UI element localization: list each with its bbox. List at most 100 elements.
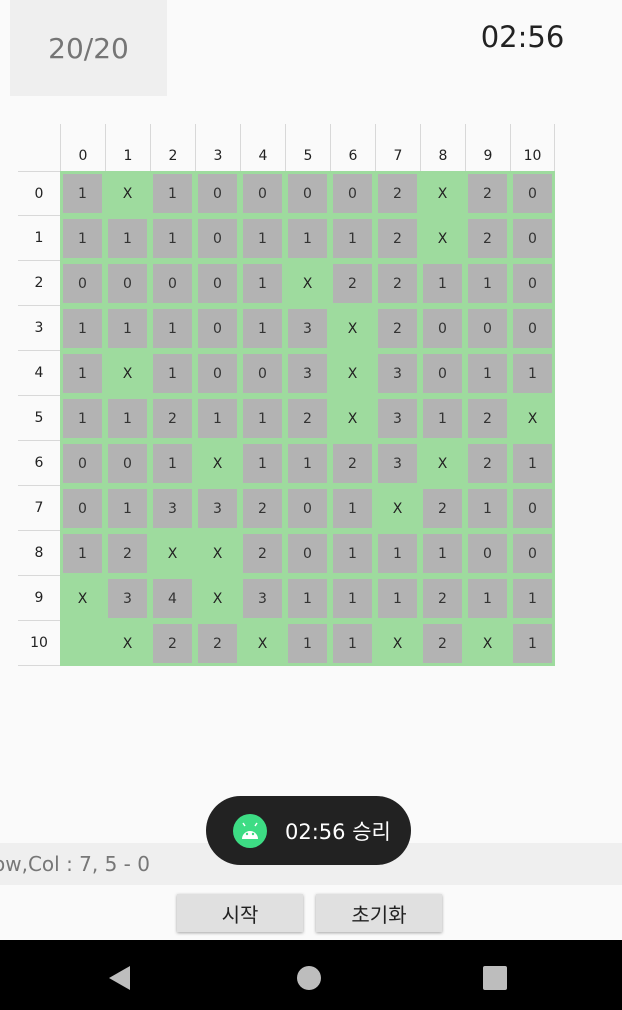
back-icon[interactable]	[108, 965, 132, 991]
board-cell[interactable]: 1	[465, 261, 510, 306]
board-cell[interactable]: 2	[330, 441, 375, 486]
board-cell[interactable]: 2	[105, 531, 150, 576]
board-cell[interactable]: 0	[105, 441, 150, 486]
board-cell[interactable]: 0	[195, 216, 240, 261]
board-cell[interactable]: 1	[240, 396, 285, 441]
board-cell[interactable]: X	[330, 351, 375, 396]
board-cell[interactable]: 1	[60, 351, 105, 396]
board-cell[interactable]: 0	[285, 486, 330, 531]
board-cell[interactable]: 2	[420, 486, 465, 531]
board-cell[interactable]: 2	[420, 576, 465, 621]
board-cell[interactable]: 1	[105, 396, 150, 441]
board-cell[interactable]: 0	[60, 441, 105, 486]
board-cell[interactable]: 3	[240, 576, 285, 621]
board-cell[interactable]: 2	[375, 306, 420, 351]
board-cell[interactable]: 1	[330, 216, 375, 261]
board-cell[interactable]: 3	[285, 351, 330, 396]
board-cell[interactable]: 1	[150, 171, 195, 216]
board-cell[interactable]: 0	[240, 351, 285, 396]
board-cell[interactable]: 2	[465, 396, 510, 441]
board-cell[interactable]: X	[465, 621, 510, 666]
board-cell[interactable]: 0	[285, 531, 330, 576]
board-cell[interactable]: 0	[240, 171, 285, 216]
board-cell[interactable]: 1	[240, 441, 285, 486]
board-cell[interactable]: 3	[195, 486, 240, 531]
board-cell[interactable]: 1	[465, 486, 510, 531]
board-cell[interactable]: 1	[105, 216, 150, 261]
board-cell[interactable]: X	[105, 621, 150, 666]
board-cell[interactable]: X	[420, 171, 465, 216]
board-cell[interactable]: 1	[510, 351, 555, 396]
board-cell[interactable]: 3	[285, 306, 330, 351]
board-cell[interactable]: 1	[330, 621, 375, 666]
board-cell[interactable]: 1	[60, 531, 105, 576]
board-cell[interactable]: 1	[285, 621, 330, 666]
board-cell[interactable]: 1	[420, 531, 465, 576]
board-cell[interactable]: 3	[105, 576, 150, 621]
board-cell[interactable]: 1	[105, 486, 150, 531]
board-cell[interactable]: 0	[510, 216, 555, 261]
board-cell[interactable]: X	[420, 441, 465, 486]
board-cell[interactable]: X	[375, 621, 420, 666]
board-cell[interactable]: 0	[195, 171, 240, 216]
board-cell[interactable]: X	[375, 486, 420, 531]
home-icon[interactable]	[297, 966, 321, 990]
board-cell[interactable]: 0	[465, 531, 510, 576]
board-cell[interactable]: 2	[330, 261, 375, 306]
board-cell[interactable]: 0	[195, 261, 240, 306]
board-cell[interactable]: 1	[330, 486, 375, 531]
board-cell[interactable]: X	[195, 531, 240, 576]
board-cell[interactable]: 1	[375, 531, 420, 576]
board-cell[interactable]: X	[105, 171, 150, 216]
board-cell[interactable]: 2	[420, 621, 465, 666]
board-cell[interactable]: X	[150, 531, 195, 576]
board-cell[interactable]: 0	[510, 531, 555, 576]
board-cell[interactable]: 1	[465, 351, 510, 396]
board-cell[interactable]: 2	[195, 621, 240, 666]
board-cell[interactable]: 2	[375, 171, 420, 216]
board-cell[interactable]: 2	[375, 261, 420, 306]
board-cell[interactable]: 1	[60, 216, 105, 261]
board-cell[interactable]: 0	[510, 486, 555, 531]
recents-icon[interactable]	[483, 966, 507, 990]
board-cell[interactable]: 0	[510, 306, 555, 351]
board-cell[interactable]: 2	[150, 621, 195, 666]
board-cell[interactable]: 1	[330, 576, 375, 621]
board-cell[interactable]: 0	[420, 351, 465, 396]
board-cell[interactable]: X	[285, 261, 330, 306]
board-cell[interactable]: 0	[60, 486, 105, 531]
board-cell[interactable]: 1	[285, 576, 330, 621]
board-cell[interactable]: X	[330, 396, 375, 441]
board-cell[interactable]: 1	[150, 441, 195, 486]
board-cell[interactable]: 3	[375, 441, 420, 486]
board-cell[interactable]: 1	[465, 576, 510, 621]
board-cell[interactable]: 0	[510, 261, 555, 306]
board-cell[interactable]: X	[105, 351, 150, 396]
board-cell[interactable]: 0	[195, 306, 240, 351]
board-cell[interactable]: X	[240, 621, 285, 666]
board-cell[interactable]: 0	[195, 351, 240, 396]
board-cell[interactable]: 0	[420, 306, 465, 351]
board-cell[interactable]: 0	[510, 171, 555, 216]
board-cell[interactable]: 3	[375, 351, 420, 396]
board-cell[interactable]: 1	[240, 306, 285, 351]
board-cell[interactable]: 2	[240, 486, 285, 531]
board-cell[interactable]: 2	[465, 171, 510, 216]
start-button[interactable]: 시작	[177, 894, 303, 932]
board-cell[interactable]: 2	[375, 216, 420, 261]
board-cell[interactable]: 2	[285, 396, 330, 441]
board-cell[interactable]: X	[60, 576, 105, 621]
board-cell[interactable]: 1	[510, 441, 555, 486]
board-cell[interactable]: 2	[150, 396, 195, 441]
board-cell[interactable]: 1	[510, 576, 555, 621]
reset-button[interactable]: 초기화	[316, 894, 442, 932]
board-cell[interactable]: 0	[60, 261, 105, 306]
board-cell[interactable]: 1	[60, 171, 105, 216]
board-cell[interactable]: 0	[150, 261, 195, 306]
board-cell[interactable]: X	[510, 396, 555, 441]
board-cell[interactable]: 1	[420, 261, 465, 306]
board-cell[interactable]: 4	[150, 576, 195, 621]
board-cell[interactable]: 1	[330, 531, 375, 576]
board-cell[interactable]: 0	[465, 306, 510, 351]
board-cell[interactable]: 1	[150, 351, 195, 396]
